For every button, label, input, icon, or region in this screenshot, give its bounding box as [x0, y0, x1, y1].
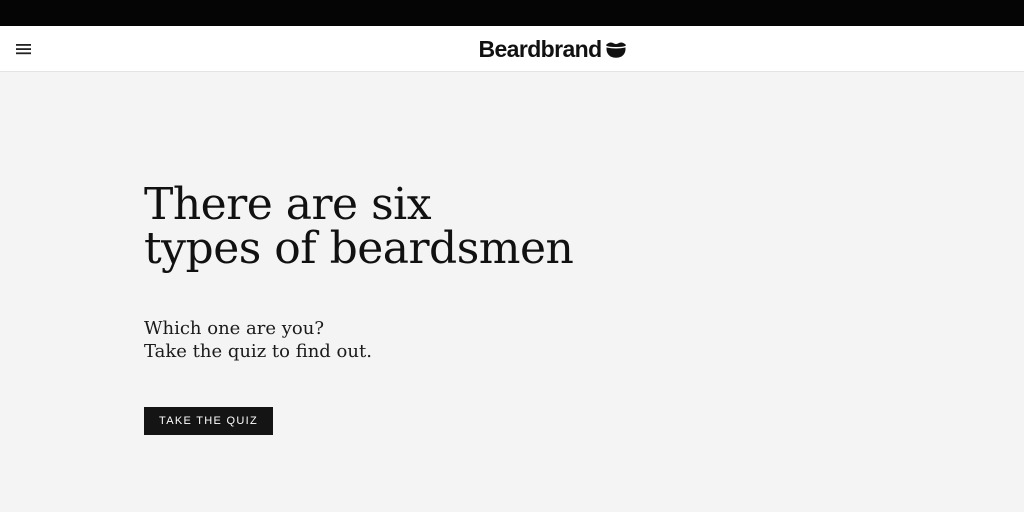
- subtext-line-2: Take the quiz to find out.: [144, 341, 372, 362]
- headline-line-2: types of beardsmen: [144, 223, 574, 274]
- brand-name: Beardbrand: [478, 35, 602, 62]
- take-the-quiz-button[interactable]: TAKE THE QUIZ: [144, 407, 274, 435]
- menu-button[interactable]: [13, 39, 35, 59]
- headline-line-1: There are six: [144, 179, 432, 230]
- logo-container: Beardbrand: [0, 26, 1024, 72]
- hamburger-menu-icon: [16, 44, 31, 55]
- subtext-line-1: Which one are you?: [144, 318, 325, 339]
- hero-headline: There are six types of beardsmen: [144, 183, 844, 271]
- hero-subtext: Which one are you? Take the quiz to find…: [144, 317, 844, 363]
- browser-top-bar: [0, 0, 1024, 26]
- brand-logo-link[interactable]: Beardbrand: [478, 35, 627, 62]
- hero-section: There are six types of beardsmen Which o…: [144, 183, 844, 435]
- beard-mustache-icon: [605, 42, 626, 58]
- site-header: Beardbrand: [0, 26, 1024, 72]
